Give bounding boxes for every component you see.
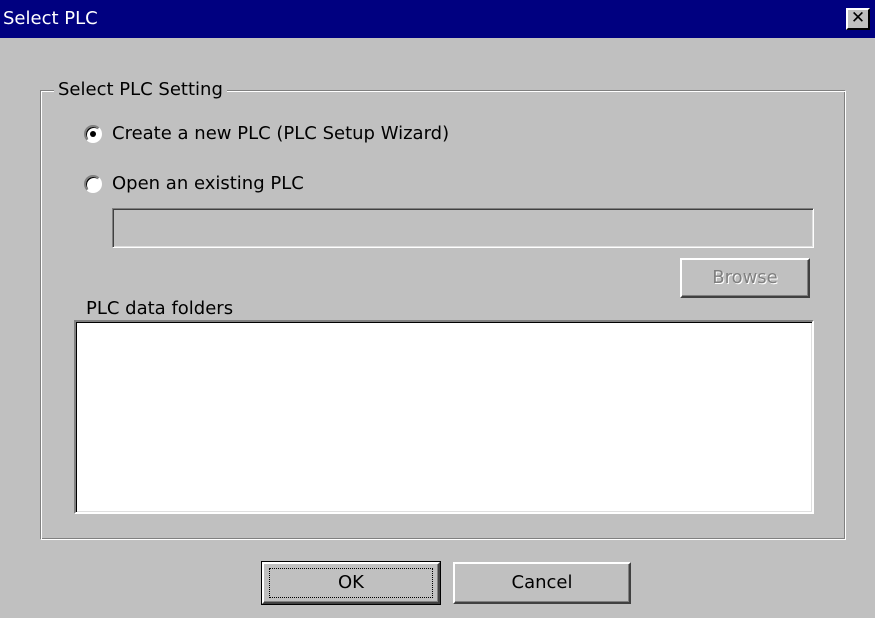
plc-path-field[interactable] [112,208,814,248]
open-existing-plc-label: Open an existing PLC [112,173,304,194]
close-icon: ✕ [850,8,866,28]
window-title: Select PLC [3,8,98,29]
cancel-button[interactable]: Cancel [453,562,631,604]
close-button[interactable]: ✕ [846,8,870,30]
plc-data-folders-label: PLC data folders [86,298,234,319]
create-new-plc-label: Create a new PLC (PLC Setup Wizard) [112,123,450,144]
group-label: Select PLC Setting [54,79,227,101]
open-existing-plc-radio[interactable] [84,175,102,193]
browse-button[interactable]: Browse [680,258,810,298]
title-bar[interactable]: Select PLC ✕ [0,0,875,38]
ok-button[interactable]: OK [261,561,441,605]
create-new-plc-radio[interactable] [84,125,102,143]
open-existing-plc-option[interactable]: Open an existing PLC [84,173,304,195]
ok-button-label: OK [269,568,433,598]
plc-data-folders-list[interactable] [74,320,814,514]
create-new-plc-option[interactable]: Create a new PLC (PLC Setup Wizard) [84,123,449,145]
select-plc-dialog: Select PLC ✕ Select PLC Setting Create a… [0,0,875,618]
